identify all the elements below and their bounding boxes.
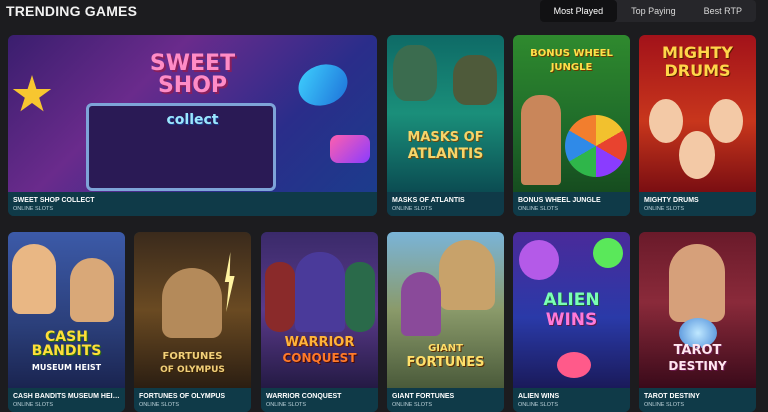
lightning-icon bbox=[224, 252, 235, 312]
game-category: ONLINE SLOTS bbox=[644, 402, 685, 408]
tab-most-played[interactable]: Most Played bbox=[539, 0, 618, 22]
candy-icon bbox=[292, 57, 354, 113]
game-title: MASKS OF ATLANTIS bbox=[392, 197, 465, 204]
character-figure bbox=[521, 95, 561, 185]
game-logo: FORTUNES bbox=[162, 351, 223, 362]
game-category: ONLINE SLOTS bbox=[13, 206, 54, 212]
game-art: BONUS WHEEL JUNGLE bbox=[513, 35, 630, 192]
game-logo-sub: CONQUEST bbox=[282, 351, 357, 365]
game-title: GIANT FORTUNES bbox=[392, 393, 455, 400]
character-figure bbox=[70, 258, 114, 322]
card-caption: ALIEN WINS ONLINE SLOTS bbox=[513, 388, 630, 412]
game-logo-sub: WINS bbox=[545, 310, 598, 330]
game-card-sweet-shop-collect[interactable]: SWEET SHOP collect SWEET SHOP COLLECT ON… bbox=[8, 35, 377, 216]
game-logo: BONUS WHEEL bbox=[530, 48, 613, 59]
card-caption: WARRIOR CONQUEST ONLINE SLOTS bbox=[261, 388, 378, 412]
section-title: TRENDING GAMES bbox=[6, 3, 138, 19]
game-logo-sub: DESTINY bbox=[668, 359, 727, 373]
character-figure bbox=[649, 99, 683, 143]
planet-icon bbox=[519, 240, 559, 280]
character-figure bbox=[669, 244, 725, 322]
game-logo: ALIEN bbox=[543, 290, 600, 310]
game-logo-sub: OF OLYMPUS bbox=[160, 365, 225, 375]
game-title: MIGHTY DRUMS bbox=[644, 197, 699, 204]
game-category: ONLINE SLOTS bbox=[518, 402, 559, 408]
game-art: FORTUNES OF OLYMPUS bbox=[134, 232, 251, 388]
game-art: MASKS OF ATLANTIS bbox=[387, 35, 504, 192]
game-art: GIANT FORTUNES bbox=[387, 232, 504, 388]
game-art: CASH BANDITS MUSEUM HEIST bbox=[8, 232, 125, 388]
mask-icon bbox=[393, 45, 437, 101]
character-figure bbox=[12, 244, 56, 314]
character-figure bbox=[265, 262, 295, 332]
game-logo-sub: ATLANTIS bbox=[407, 146, 484, 162]
character-figure bbox=[295, 252, 345, 332]
game-title: FORTUNES OF OLYMPUS bbox=[139, 393, 226, 400]
section-header: TRENDING GAMES Most Played Top Paying Be… bbox=[0, 0, 768, 24]
game-card-fortunes-of-olympus[interactable]: FORTUNES OF OLYMPUS FORTUNES OF OLYMPUS … bbox=[134, 232, 251, 412]
candy-stick-icon bbox=[330, 135, 370, 163]
card-caption: TAROT DESTINY ONLINE SLOTS bbox=[639, 388, 756, 412]
alien-icon bbox=[557, 352, 591, 378]
game-category: ONLINE SLOTS bbox=[13, 402, 54, 408]
game-art: TAROT DESTINY bbox=[639, 232, 756, 388]
game-category: ONLINE SLOTS bbox=[392, 206, 433, 212]
mask-icon bbox=[453, 55, 497, 105]
game-logo: CASH BANDITS bbox=[31, 329, 102, 359]
character-figure bbox=[709, 99, 743, 143]
game-logo-sub: FORTUNES bbox=[406, 355, 485, 370]
game-logo-sub: collect bbox=[166, 112, 219, 128]
character-figure bbox=[162, 268, 222, 338]
game-card-bonus-wheel-jungle[interactable]: BONUS WHEEL JUNGLE BONUS WHEEL JUNGLE ON… bbox=[513, 35, 630, 216]
game-title: TAROT DESTINY bbox=[644, 393, 700, 400]
game-title: WARRIOR CONQUEST bbox=[266, 393, 342, 400]
game-logo: GIANT bbox=[428, 343, 463, 354]
character-figure bbox=[345, 262, 375, 332]
card-caption: SWEET SHOP COLLECT ONLINE SLOTS bbox=[8, 192, 377, 216]
game-card-masks-of-atlantis[interactable]: MASKS OF ATLANTIS MASKS OF ATLANTIS ONLI… bbox=[387, 35, 504, 216]
game-card-mighty-drums[interactable]: MIGHTY DRUMS MIGHTY DRUMS ONLINE SLOTS bbox=[639, 35, 756, 216]
card-caption: MASKS OF ATLANTIS ONLINE SLOTS bbox=[387, 192, 504, 216]
game-category: ONLINE SLOTS bbox=[518, 206, 559, 212]
game-logo: SWEET SHOP bbox=[149, 51, 236, 98]
game-title: CASH BANDITS MUSEUM HEIST bbox=[13, 393, 120, 400]
alien-icon bbox=[593, 238, 623, 268]
game-logo: MASKS OF bbox=[407, 130, 484, 145]
giant-figure bbox=[439, 240, 495, 310]
game-card-tarot-destiny[interactable]: TAROT DESTINY TAROT DESTINY ONLINE SLOTS bbox=[639, 232, 756, 412]
card-caption: CASH BANDITS MUSEUM HEIST ONLINE SLOTS bbox=[8, 388, 125, 412]
game-title: ALIEN WINS bbox=[518, 393, 560, 400]
game-art: ALIEN WINS bbox=[513, 232, 630, 388]
game-card-giant-fortunes[interactable]: GIANT FORTUNES GIANT FORTUNES ONLINE SLO… bbox=[387, 232, 504, 412]
game-logo: TAROT bbox=[673, 343, 722, 358]
tab-top-paying[interactable]: Top Paying bbox=[617, 0, 690, 22]
game-logo: WARRIOR bbox=[284, 335, 355, 350]
card-caption: FORTUNES OF OLYMPUS ONLINE SLOTS bbox=[134, 388, 251, 412]
game-card-warrior-conquest[interactable]: WARRIOR CONQUEST WARRIOR CONQUEST ONLINE… bbox=[261, 232, 378, 412]
game-card-cash-bandits-museum-heist[interactable]: CASH BANDITS MUSEUM HEIST CASH BANDITS M… bbox=[8, 232, 125, 412]
game-logo: MIGHTY bbox=[662, 43, 733, 62]
game-art: SWEET SHOP collect bbox=[8, 35, 377, 192]
game-title: SWEET SHOP COLLECT bbox=[13, 197, 95, 204]
game-title: BONUS WHEEL JUNGLE bbox=[518, 197, 601, 204]
star-icon bbox=[12, 75, 52, 112]
card-caption: BONUS WHEEL JUNGLE ONLINE SLOTS bbox=[513, 192, 630, 216]
game-art: MIGHTY DRUMS bbox=[639, 35, 756, 192]
game-category: ONLINE SLOTS bbox=[392, 402, 433, 408]
character-figure bbox=[679, 131, 715, 179]
game-category: ONLINE SLOTS bbox=[139, 402, 180, 408]
game-card-alien-wins[interactable]: ALIEN WINS ALIEN WINS ONLINE SLOTS bbox=[513, 232, 630, 412]
game-category: ONLINE SLOTS bbox=[266, 402, 307, 408]
character-figure bbox=[401, 272, 441, 336]
game-category: ONLINE SLOTS bbox=[644, 206, 685, 212]
sort-tabs: Most Played Top Paying Best RTP bbox=[539, 0, 756, 22]
game-logo-sub: MUSEUM HEIST bbox=[31, 363, 102, 372]
game-logo-sub: DRUMS bbox=[664, 61, 731, 80]
card-caption: MIGHTY DRUMS ONLINE SLOTS bbox=[639, 192, 756, 216]
wheel-icon bbox=[565, 115, 627, 177]
game-art: WARRIOR CONQUEST bbox=[261, 232, 378, 388]
game-logo-sub: JUNGLE bbox=[550, 62, 593, 73]
card-caption: GIANT FORTUNES ONLINE SLOTS bbox=[387, 388, 504, 412]
tab-best-rtp[interactable]: Best RTP bbox=[690, 0, 756, 22]
